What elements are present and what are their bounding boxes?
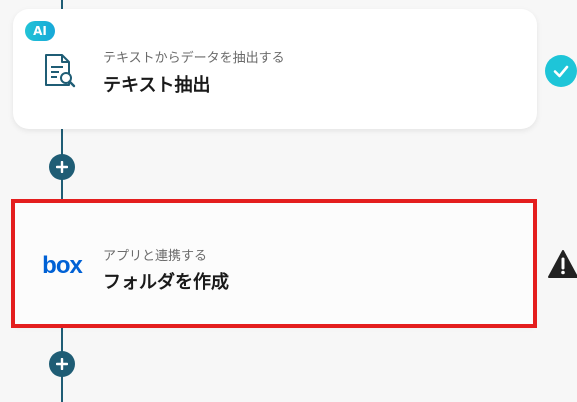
step-1-title: テキスト抽出 bbox=[103, 75, 211, 96]
flow-connector-top bbox=[61, 0, 63, 9]
box-logo-text: box bbox=[42, 252, 83, 279]
step-2-title: フォルダを作成 bbox=[103, 272, 229, 293]
plus-icon bbox=[56, 358, 68, 370]
workflow-canvas: AI テキストからデータを抽出する テキスト抽出 box アプリと連携する フォ… bbox=[0, 0, 577, 402]
step-2-subtitle: アプリと連携する bbox=[103, 249, 208, 264]
add-step-button-1[interactable] bbox=[49, 154, 75, 180]
ai-badge-label: AI bbox=[33, 24, 47, 38]
plus-icon bbox=[56, 161, 68, 173]
warning-icon bbox=[547, 249, 577, 279]
step-1-subtitle: テキストからデータを抽出する bbox=[103, 51, 285, 66]
check-icon bbox=[545, 55, 577, 87]
ai-badge: AI bbox=[25, 21, 55, 41]
add-step-button-2[interactable] bbox=[49, 351, 75, 377]
step-card-text-extraction[interactable] bbox=[13, 9, 537, 129]
document-search-icon bbox=[40, 52, 80, 92]
step-card-create-folder[interactable] bbox=[15, 203, 534, 325]
box-logo-icon: box bbox=[40, 252, 84, 280]
